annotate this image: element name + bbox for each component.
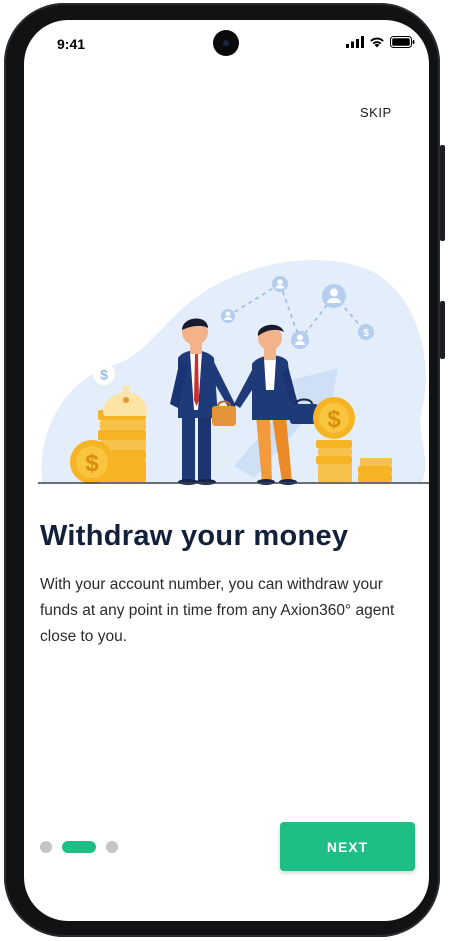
- page-indicator: [40, 841, 118, 853]
- user-icon: [221, 309, 235, 323]
- user-icon: [272, 276, 288, 292]
- status-time: 9:41: [57, 36, 86, 52]
- side-button: [440, 301, 445, 359]
- phone-frame: 9:41 SKIP $ $ $ $ Withdraw your money Wi…: [4, 3, 445, 937]
- svg-text:$: $: [85, 450, 99, 477]
- page-title: Withdraw your money: [40, 520, 349, 552]
- svg-text:$: $: [100, 367, 108, 383]
- dollar-icon: $: [358, 324, 374, 340]
- skip-button[interactable]: SKIP: [360, 105, 392, 120]
- signal-icon: [346, 36, 364, 48]
- battery-icon: [390, 36, 415, 48]
- next-button[interactable]: NEXT: [280, 822, 415, 871]
- side-button: [440, 145, 445, 241]
- status-icons: [346, 36, 415, 48]
- dollar-icon: $: [93, 363, 115, 385]
- svg-text:$: $: [363, 328, 369, 339]
- wifi-icon: [370, 37, 384, 48]
- user-icon: [322, 284, 346, 308]
- page-description: With your account number, you can withdr…: [40, 576, 395, 645]
- status-bar: 9:41: [24, 20, 429, 70]
- page-dot: [106, 841, 118, 853]
- front-camera: [213, 30, 239, 56]
- dollar-coin: $: [70, 440, 114, 484]
- page-dot: [40, 841, 52, 853]
- screen: 9:41 SKIP $ $ $ $ Withdraw your money Wi…: [24, 20, 429, 921]
- handshake-illustration: $ $ $ $: [38, 260, 429, 485]
- user-icon: [291, 331, 309, 349]
- page-dot-active: [62, 841, 96, 853]
- svg-text:$: $: [327, 406, 341, 433]
